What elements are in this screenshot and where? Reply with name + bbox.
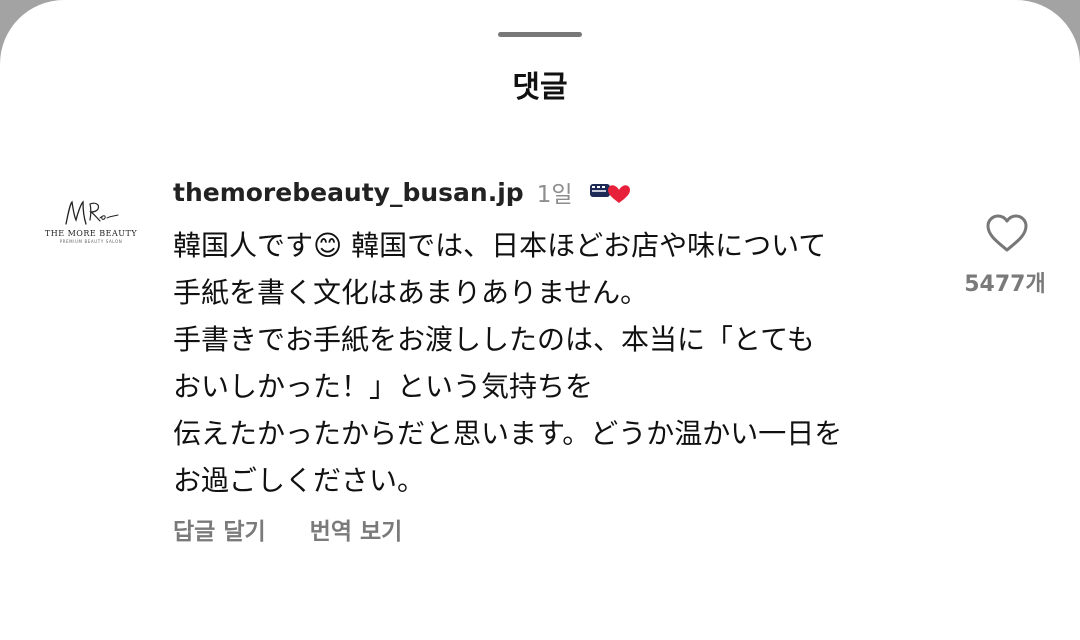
comment-time: 1일 bbox=[536, 182, 573, 208]
avatar-brand-text: THE MORE BEAUTY bbox=[44, 229, 138, 238]
like-count: 5477개 bbox=[964, 272, 1046, 297]
heart-outline-icon bbox=[986, 214, 1028, 252]
reply-button[interactable]: 답글 달기 bbox=[173, 512, 266, 546]
comment-username[interactable]: themorebeauty_busan.jp bbox=[173, 178, 524, 207]
avatar[interactable]: THE MORE BEAUTY PREMIUM BEAUTY SALON bbox=[45, 196, 137, 256]
sheet-title: 댓글 bbox=[512, 70, 568, 105]
comment-line: 手書きでお手紙をお渡ししたのは、本当に「とても bbox=[173, 323, 815, 356]
comment-actions: 답글 달기 번역 보기 bbox=[173, 509, 402, 549]
comments-sheet: 댓글 THE MORE BEAUTY PREMIUM BEAUTY SALON … bbox=[0, 0, 1080, 640]
comment-text: 韓国人です😊 韓国では、日本ほどお店や味について 手紙を書く文化はあまりありませ… bbox=[173, 222, 953, 504]
comment-line: おいしかった！」という気持ちを bbox=[173, 370, 594, 403]
translate-button[interactable]: 번역 보기 bbox=[310, 512, 403, 546]
avatar-logo-signature bbox=[65, 200, 119, 225]
comment-line: 手紙を書く文化はあまりありません。 bbox=[173, 276, 649, 309]
drag-handle[interactable] bbox=[498, 32, 582, 37]
comment-line: 伝えたかったからだと思います。どうか温かい一日を bbox=[173, 417, 843, 450]
comment-meta: themorebeauty_busan.jp 1일 bbox=[173, 174, 632, 210]
avatar-subtitle-text: PREMIUM BEAUTY SALON bbox=[59, 239, 123, 244]
like-button[interactable] bbox=[984, 212, 1030, 254]
heart-with-avatar-icon bbox=[588, 179, 632, 205]
comment-line: お過ごしください。 bbox=[173, 464, 426, 497]
comment-line: 韓国人です😊 韓国では、日本ほどお店や味について bbox=[173, 229, 827, 262]
